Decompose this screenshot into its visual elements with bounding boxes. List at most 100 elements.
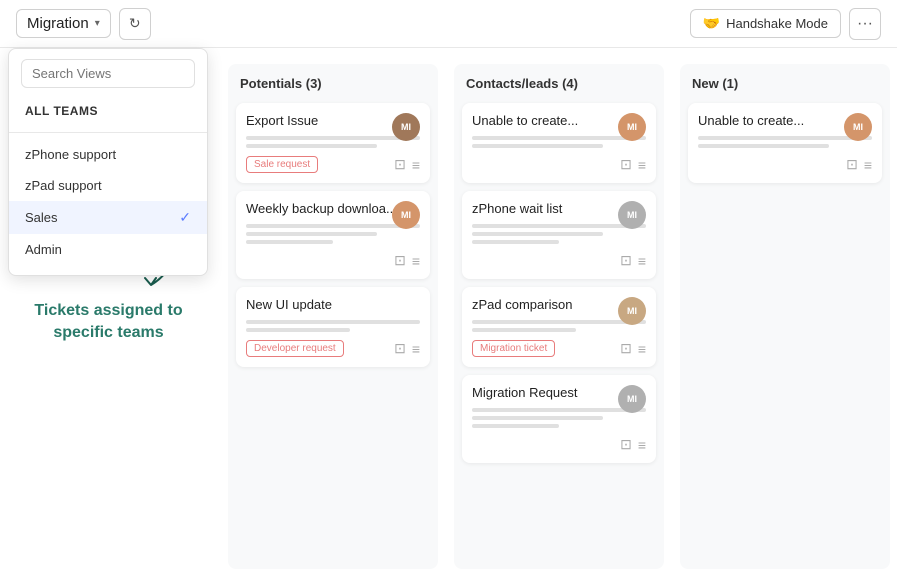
card-line <box>472 144 603 148</box>
dropdown-item-zpad[interactable]: zPad support <box>9 170 207 201</box>
card-line <box>472 320 646 324</box>
card-line <box>472 224 646 228</box>
more-icon: ··· <box>857 15 873 33</box>
refresh-button[interactable]: ↻ <box>119 8 151 40</box>
card-line <box>698 136 872 140</box>
attachment-icon[interactable]: ⊡ <box>846 156 858 173</box>
card-weekly-backup: MI Weekly backup downloa... ⊡ ≡ <box>236 191 430 279</box>
card-line <box>472 328 576 332</box>
dropdown-item-admin[interactable]: Admin <box>9 234 207 265</box>
card-line <box>472 232 603 236</box>
avatar: MI <box>844 113 872 141</box>
teams-dropdown: ALL TEAMS zPhone support zPad support Sa… <box>8 48 208 276</box>
card-lines <box>472 224 646 244</box>
list-icon[interactable]: ≡ <box>638 341 646 357</box>
attachment-icon[interactable]: ⊡ <box>394 340 406 357</box>
card-migration-request: MI Migration Request ⊡ ≡ <box>462 375 656 463</box>
avatar: MI <box>392 201 420 229</box>
card-footer: Developer request ⊡ ≡ <box>246 340 420 357</box>
card-lines <box>246 136 420 148</box>
column-header-contacts: Contacts/leads (4) <box>462 76 656 91</box>
handshake-mode-button[interactable]: 🤝 Handshake Mode <box>690 9 841 38</box>
card-icons: ⊡ ≡ <box>846 156 872 173</box>
card-line <box>698 144 829 148</box>
card-unable-create-1: MI Unable to create... ⊡ ≡ <box>462 103 656 183</box>
dropdown-item-zphone[interactable]: zPhone support <box>9 139 207 170</box>
handshake-icon: 🤝 <box>703 15 720 32</box>
refresh-icon: ↻ <box>129 15 141 32</box>
card-line <box>472 408 646 412</box>
more-options-button[interactable]: ··· <box>849 8 881 40</box>
avatar: MI <box>618 297 646 325</box>
card-line <box>246 144 377 148</box>
card-zpad-comparison: MI zPad comparison Migration ticket ⊡ ≡ <box>462 287 656 367</box>
list-icon[interactable]: ≡ <box>638 437 646 453</box>
annotation: Tickets assigned to specific teams <box>16 300 201 345</box>
card-lines <box>246 224 420 244</box>
card-footer: Migration ticket ⊡ ≡ <box>472 340 646 357</box>
card-icons: ⊡ ≡ <box>620 436 646 453</box>
card-line <box>246 232 377 236</box>
avatar: MI <box>392 113 420 141</box>
attachment-icon[interactable]: ⊡ <box>620 436 632 453</box>
annotation-text: Tickets assigned to specific teams <box>16 300 201 345</box>
search-views-input[interactable] <box>21 59 195 88</box>
card-footer: ⊡ ≡ <box>472 252 646 269</box>
card-lines <box>698 136 872 148</box>
chevron-down-icon: ▾ <box>95 18 100 29</box>
card-zphone-wait: MI zPhone wait list ⊡ ≡ <box>462 191 656 279</box>
card-footer: ⊡ ≡ <box>472 436 646 453</box>
card-lines <box>472 408 646 428</box>
attachment-icon[interactable]: ⊡ <box>620 340 632 357</box>
card-badge-sale: Sale request <box>246 156 318 173</box>
attachment-icon[interactable]: ⊡ <box>394 252 406 269</box>
column-potentials: Potentials (3) MI Export Issue Sale requ… <box>228 64 438 569</box>
card-icons: ⊡ ≡ <box>620 252 646 269</box>
card-line <box>246 224 420 228</box>
list-icon[interactable]: ≡ <box>638 157 646 173</box>
card-new-ui: New UI update Developer request ⊡ ≡ <box>236 287 430 367</box>
list-icon[interactable]: ≡ <box>412 341 420 357</box>
dropdown-divider <box>9 132 207 133</box>
card-icons: ⊡ ≡ <box>620 156 646 173</box>
card-unable-create-2: MI Unable to create... ⊡ ≡ <box>688 103 882 183</box>
attachment-icon[interactable]: ⊡ <box>620 156 632 173</box>
card-line <box>472 136 646 140</box>
attachment-icon[interactable]: ⊡ <box>620 252 632 269</box>
card-line <box>246 320 420 324</box>
list-icon[interactable]: ≡ <box>412 253 420 269</box>
card-line <box>472 424 559 428</box>
migration-dropdown-button[interactable]: Migration ▾ <box>16 9 111 38</box>
list-icon[interactable]: ≡ <box>412 157 420 173</box>
column-header-potentials: Potentials (3) <box>236 76 430 91</box>
card-icons: ⊡ ≡ <box>620 340 646 357</box>
attachment-icon[interactable]: ⊡ <box>394 156 406 173</box>
card-footer: ⊡ ≡ <box>246 252 420 269</box>
card-badge-developer: Developer request <box>246 340 344 357</box>
handshake-label: Handshake Mode <box>726 16 828 31</box>
avatar: MI <box>618 201 646 229</box>
column-header-new: New (1) <box>688 76 882 91</box>
migration-title: Migration <box>27 15 89 32</box>
card-export-issue: MI Export Issue Sale request ⊡ ≡ <box>236 103 430 183</box>
card-footer: ⊡ ≡ <box>698 156 872 173</box>
header-right: 🤝 Handshake Mode ··· <box>690 8 881 40</box>
list-icon[interactable]: ≡ <box>638 253 646 269</box>
card-lines <box>246 320 420 332</box>
list-icon[interactable]: ≡ <box>864 157 872 173</box>
card-lines <box>472 136 646 148</box>
card-footer: Sale request ⊡ ≡ <box>246 156 420 173</box>
card-title: New UI update <box>246 297 420 312</box>
column-new: New (1) MI Unable to create... ⊡ ≡ <box>680 64 890 569</box>
card-line <box>472 240 559 244</box>
card-icons: ⊡ ≡ <box>394 156 420 173</box>
card-badge-migration: Migration ticket <box>472 340 555 357</box>
dropdown-item-sales[interactable]: Sales ✓ <box>9 201 207 234</box>
app-header: Migration ▾ ↻ 🤝 Handshake Mode ··· <box>0 0 897 48</box>
card-line <box>246 240 333 244</box>
card-line <box>246 328 350 332</box>
card-icons: ⊡ ≡ <box>394 252 420 269</box>
column-contacts: Contacts/leads (4) MI Unable to create..… <box>454 64 664 569</box>
check-icon: ✓ <box>179 209 191 226</box>
card-lines <box>472 320 646 332</box>
